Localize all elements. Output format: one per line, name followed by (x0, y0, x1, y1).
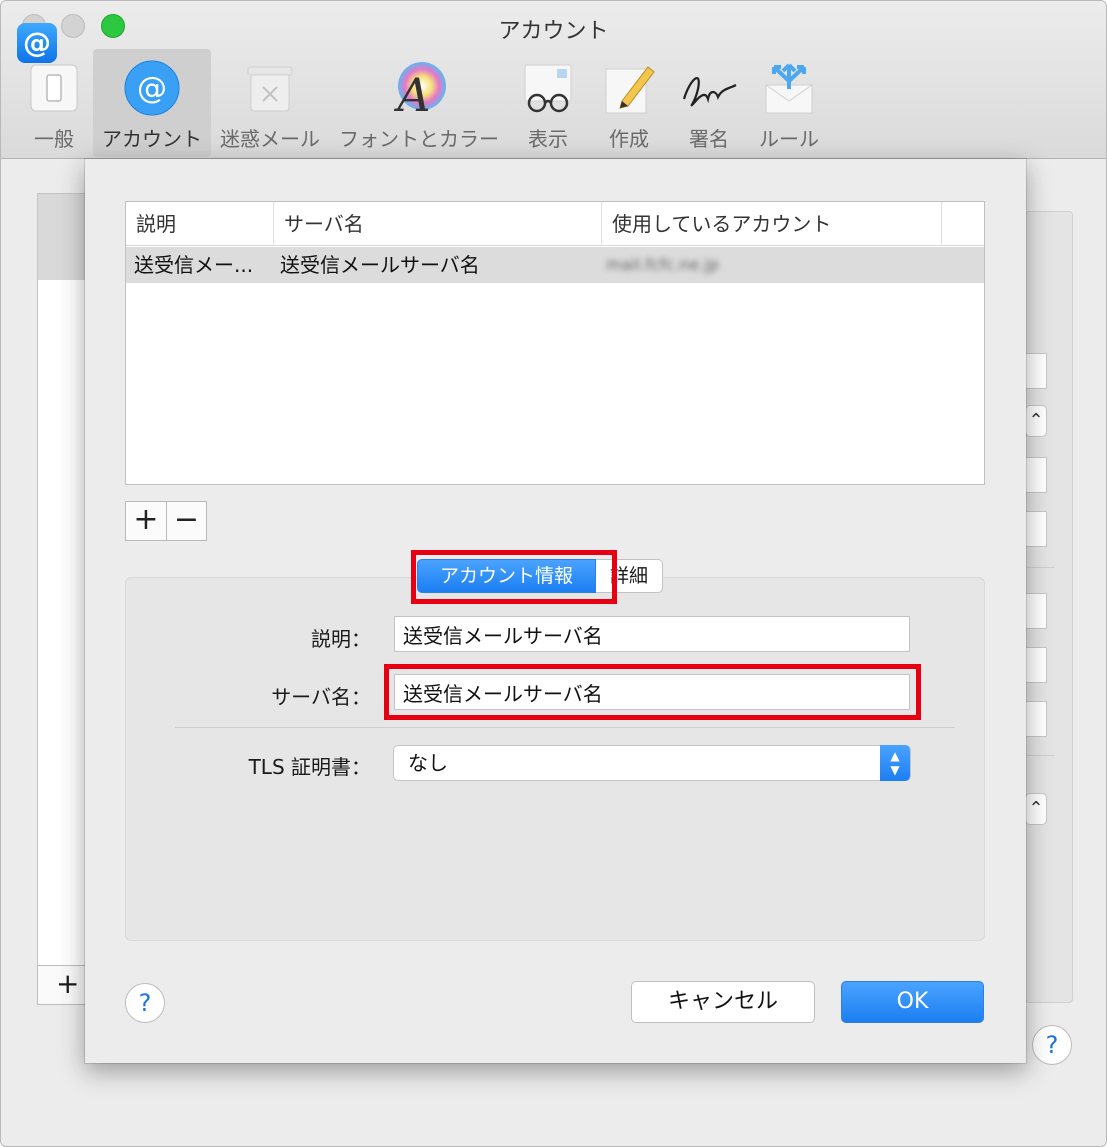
form-divider (175, 727, 955, 728)
toolbar-item-label: アカウント (102, 127, 202, 151)
row-server: 送受信メールサーバ名 (280, 253, 480, 277)
help-button[interactable]: ? (125, 983, 165, 1023)
toolbar-item-composing[interactable]: 作成 (597, 49, 661, 157)
at-icon: @ (124, 60, 180, 116)
toolbar: アカウント 一般 @ アカウント 迷惑メール A フォントとカラー 表示 作成 … (1, 1, 1106, 159)
svg-text:@: @ (137, 71, 167, 106)
add-remove-control: + − (125, 501, 207, 541)
chevron-up-down-icon: ▲ ▼ (880, 745, 910, 781)
toolbar-item-label: 作成 (609, 127, 649, 151)
tls-certificate-label: TLS 証明書： (248, 755, 371, 779)
table-header: 説明 サーバ名 使用しているアカウント (126, 202, 984, 246)
trash-bin-icon (247, 66, 293, 112)
background-field[interactable] (1025, 457, 1047, 493)
highlight-box-tab (411, 550, 617, 604)
font-color-icon: A (393, 62, 446, 117)
description-label: 説明： (311, 627, 371, 651)
server-name-label: サーバ名： (271, 685, 371, 709)
background-field[interactable] (1025, 511, 1047, 547)
tls-certificate-value: なし (408, 751, 448, 775)
background-help-button[interactable]: ? (1032, 1025, 1072, 1065)
toolbar-item-viewing[interactable]: 表示 (515, 49, 581, 157)
account-at-icon: @ (17, 23, 57, 63)
background-popup[interactable]: ⌃ (1025, 793, 1047, 825)
toolbar-item-accounts[interactable]: @ アカウント (93, 49, 211, 157)
toolbar-item-signatures[interactable]: 署名 (673, 49, 745, 157)
glasses-icon (524, 64, 572, 113)
background-field[interactable] (1025, 593, 1047, 629)
background-divider (1025, 567, 1055, 568)
background-popup[interactable]: ⌃ (1025, 405, 1047, 437)
accounts-list-selected-row[interactable] (38, 194, 86, 280)
toolbar-item-general[interactable]: 一般 (23, 49, 85, 157)
toolbar-item-label: 署名 (689, 127, 729, 151)
background-divider (1025, 755, 1055, 756)
background-field[interactable] (1025, 701, 1047, 737)
toolbar-item-rules[interactable]: ルール (753, 49, 825, 157)
toolbar-item-label: 迷惑メール (220, 127, 320, 151)
toolbar-item-label: フォントとカラー (339, 127, 499, 151)
signature-icon (682, 77, 737, 107)
background-field[interactable] (1025, 647, 1047, 683)
rules-icon (765, 63, 813, 114)
pencil-icon (605, 66, 655, 114)
row-description: 送受信メー... (134, 253, 254, 277)
window-title: アカウント (498, 19, 609, 44)
toolbar-item-label: 一般 (34, 127, 74, 151)
column-header-server[interactable]: サーバ名 (274, 202, 602, 246)
background-field[interactable] (1025, 353, 1047, 389)
server-table[interactable]: 説明 サーバ名 使用しているアカウント 送受信メー... 送受信メールサーバ名 … (125, 201, 985, 485)
preferences-window: アカウント 一般 @ アカウント 迷惑メール A フォントとカラー 表示 作成 … (0, 0, 1107, 1147)
description-field[interactable] (394, 616, 910, 652)
remove-server-button[interactable]: − (166, 502, 206, 540)
tls-certificate-popup[interactable]: なし ▲ ▼ (393, 745, 911, 781)
toolbar-item-label: 表示 (528, 127, 568, 151)
add-account-button[interactable]: + (37, 965, 87, 1005)
svg-text:A: A (393, 68, 430, 117)
toolbar-item-fonts[interactable]: A フォントとカラー (333, 49, 505, 157)
switch-icon (30, 64, 78, 112)
column-header-account[interactable]: 使用しているアカウント (602, 202, 942, 246)
table-row[interactable]: 送受信メー... 送受信メールサーバ名 mail.fcfc.ne.jp (126, 247, 984, 283)
toolbar-item-label: ルール (759, 127, 819, 151)
toolbar-item-junk[interactable]: 迷惑メール (217, 49, 323, 157)
ok-button[interactable]: OK (841, 981, 984, 1023)
row-account: mail.fcfc.ne.jp (606, 255, 719, 274)
add-server-button[interactable]: + (126, 502, 166, 540)
column-header-description[interactable]: 説明 (126, 202, 274, 246)
cancel-button[interactable]: キャンセル (631, 981, 815, 1023)
accounts-list[interactable] (37, 193, 87, 1005)
highlight-box-server-name (384, 664, 921, 720)
smtp-server-sheet: 説明 サーバ名 使用しているアカウント 送受信メー... 送受信メールサーバ名 … (85, 159, 1026, 1063)
